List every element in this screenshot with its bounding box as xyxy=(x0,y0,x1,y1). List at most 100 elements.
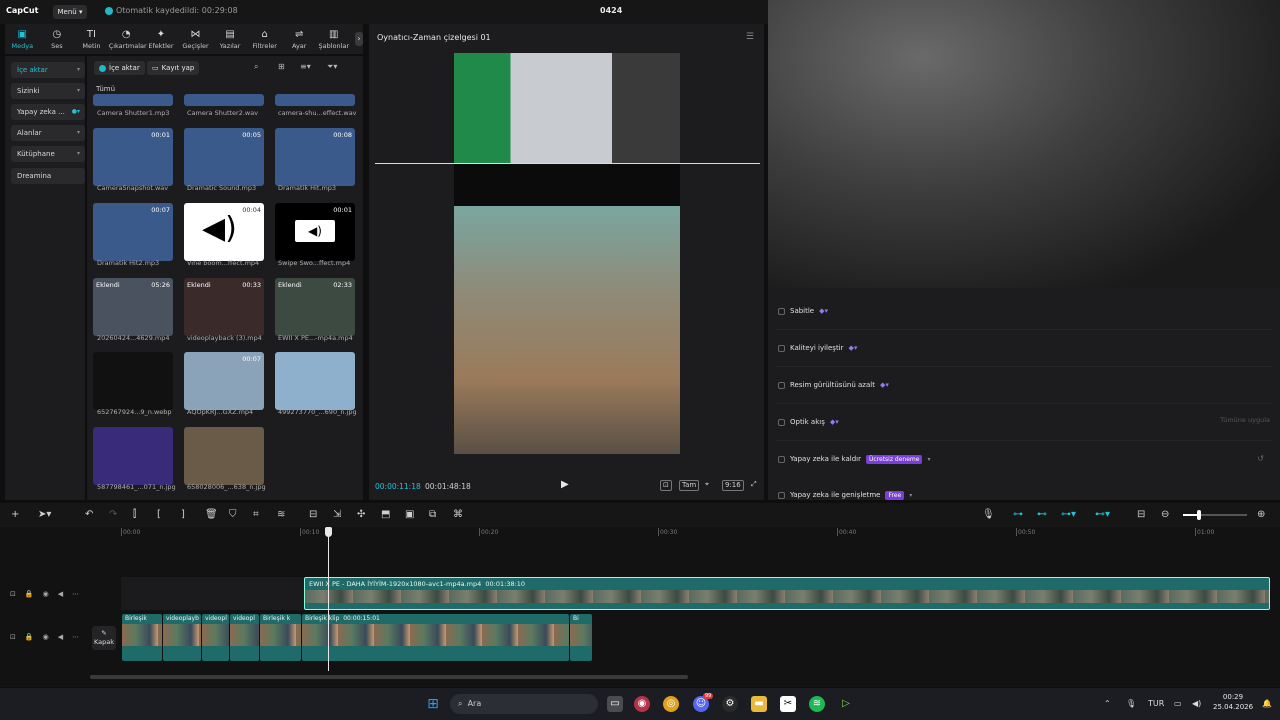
fit-icon[interactable]: ⌖ xyxy=(703,480,711,489)
microphone-icon[interactable]: 🎙 xyxy=(982,509,995,521)
denoise-row[interactable]: Resim gürültüsünü azalt ◆▾ xyxy=(778,377,889,393)
zoom-slider-handle[interactable] xyxy=(1197,510,1201,520)
timeline-scrollbar[interactable] xyxy=(90,675,688,679)
tool-icon[interactable]: ⬒ xyxy=(381,509,390,521)
notifications-icon[interactable]: 🔔 xyxy=(1262,699,1272,708)
checkbox[interactable] xyxy=(778,344,785,352)
checkbox[interactable] xyxy=(778,307,785,315)
enhance-quality-row[interactable]: Kaliteyi iyileştir ◆▾ xyxy=(778,340,857,356)
media-thumb[interactable]: 00:07 xyxy=(184,352,264,410)
sidebar-item-spaces[interactable]: Alanlar ▾ xyxy=(11,125,85,141)
media-thumb[interactable]: 00:05 xyxy=(184,128,264,186)
app-icon[interactable]: ◉ xyxy=(634,696,650,712)
compound-clip[interactable]: Birleşik k xyxy=(260,614,301,661)
tab-effects[interactable]: ✦ Efektler xyxy=(144,29,179,50)
media-thumb[interactable] xyxy=(184,427,264,485)
main-video-clip[interactable]: EWII X PE - DAHA İYİYİM-1920x1080-avc1-m… xyxy=(304,577,1270,610)
link-icon[interactable]: ⊶ xyxy=(1013,509,1023,521)
tab-transitions[interactable]: ⋈ Geçişler xyxy=(178,29,213,50)
media-thumb[interactable] xyxy=(275,94,355,106)
menu-button[interactable]: Menü ▾ xyxy=(53,5,87,19)
eye-icon[interactable]: ◉ xyxy=(43,590,49,598)
media-thumb[interactable] xyxy=(93,427,173,485)
tab-audio[interactable]: ◷ Ses xyxy=(40,29,75,50)
reset-icon[interactable]: ↺ xyxy=(1257,454,1264,463)
checkbox[interactable] xyxy=(778,455,785,463)
checkbox[interactable] xyxy=(778,381,785,389)
media-thumb[interactable] xyxy=(93,352,173,410)
speed-icon[interactable]: ≋ xyxy=(277,509,285,521)
tool-icon[interactable]: ⌘ xyxy=(453,509,463,521)
shield-icon[interactable]: ⛉ xyxy=(229,509,237,521)
tool-icon[interactable]: ⧉ xyxy=(429,509,436,521)
sidebar-item-library[interactable]: Kütüphane ▾ xyxy=(11,146,85,162)
play-icon[interactable]: ▶ xyxy=(561,479,569,490)
zoom-in-icon[interactable]: ⊕ xyxy=(1257,509,1265,521)
media-thumb[interactable]: 00:08 xyxy=(275,128,355,186)
filter-icon[interactable]: ⏷▾ xyxy=(327,62,337,72)
zoom-out-icon[interactable]: ⊖ xyxy=(1161,509,1169,521)
tab-media[interactable]: ▣ Medya xyxy=(5,29,40,50)
zoom-slider[interactable] xyxy=(1183,510,1247,520)
optical-flow-row[interactable]: Optik akış ◆▾ xyxy=(778,414,839,430)
microphone-icon[interactable]: 🎙 xyxy=(1126,699,1136,708)
chevron-up-icon[interactable]: ⌃ xyxy=(1104,699,1111,708)
task-view-icon[interactable]: ▭ xyxy=(607,696,623,712)
chevron-right-icon[interactable]: › xyxy=(355,32,363,46)
video-preview-main[interactable] xyxy=(454,206,680,454)
magnet-icon[interactable]: ⊷ xyxy=(1037,509,1047,521)
search-icon[interactable]: ⌕ xyxy=(254,62,258,72)
menu-icon[interactable]: ☰ xyxy=(746,32,754,42)
steam-icon[interactable]: ⚙ xyxy=(722,696,738,712)
playhead[interactable] xyxy=(328,527,329,671)
apply-all-button[interactable]: Tümüne uygula xyxy=(1220,416,1270,424)
tool-icon[interactable]: ✣ xyxy=(357,509,365,521)
add-icon[interactable]: + xyxy=(11,509,19,521)
audio-icon[interactable]: ◀ xyxy=(58,590,63,598)
stabilize-row[interactable]: Sabitle ◆▾ xyxy=(778,303,828,319)
compound-clip[interactable]: Bi xyxy=(570,614,592,661)
aspect-ratio-button[interactable]: 9:16 xyxy=(722,480,744,491)
ai-expand-row[interactable]: Yapay zeka ile genişletme Free ▾ xyxy=(778,487,912,503)
crop-icon[interactable]: ⌗ xyxy=(253,509,259,521)
spotify-icon[interactable]: ≋ xyxy=(809,696,825,712)
undo-icon[interactable]: ↶ xyxy=(85,509,93,521)
select-tool-icon[interactable]: ➤▾ xyxy=(38,509,51,521)
eye-icon[interactable]: ◉ xyxy=(43,633,49,641)
tab-templates[interactable]: ▥ Şablonlar xyxy=(317,29,352,50)
app-icon[interactable]: ▷ xyxy=(838,696,854,712)
split-icon[interactable]: ⫿ xyxy=(133,509,136,521)
tab-stickers[interactable]: ◔ Çıkartmalar xyxy=(109,29,147,50)
media-thumb[interactable] xyxy=(275,352,355,410)
media-thumb[interactable]: 00:01 ◀) xyxy=(275,203,355,261)
crop-icon[interactable]: ⊡ xyxy=(660,480,672,491)
media-thumb[interactable]: Eklendi 02:33 xyxy=(275,278,355,336)
checkbox[interactable] xyxy=(778,491,785,499)
caption-icon[interactable]: ⊟ xyxy=(1137,509,1145,521)
tool-icon[interactable]: ⊟ xyxy=(309,509,317,521)
split-left-icon[interactable]: [ xyxy=(157,509,161,521)
record-button[interactable]: ▭ Kayıt yap xyxy=(147,61,200,75)
timeline-ruler[interactable]: 00:00 00:10 00:20 00:30 00:40 00:50 01:0… xyxy=(0,527,1280,539)
lock-icon[interactable]: 🔒 xyxy=(25,633,34,641)
sort-icon[interactable]: ≡▾ xyxy=(300,62,311,71)
tool-icon[interactable]: ▣ xyxy=(405,509,414,521)
sidebar-item-import[interactable]: İçe aktar ▾ xyxy=(11,62,85,78)
media-thumb[interactable] xyxy=(93,94,173,106)
grid-view-icon[interactable]: ⊞ xyxy=(278,62,285,71)
lock-icon[interactable]: 🔒 xyxy=(25,590,34,598)
video-clip[interactable]: videopl xyxy=(202,614,229,661)
sidebar-item-dreamina[interactable]: Dreamina xyxy=(11,168,85,184)
clock[interactable]: 00:29 25.04.2026 xyxy=(1213,692,1253,712)
delete-icon[interactable]: 🗑 xyxy=(205,509,218,521)
network-icon[interactable]: ▭ xyxy=(1174,699,1182,708)
track-toggle-icon[interactable]: ⊡ xyxy=(10,590,16,598)
language-indicator[interactable]: TUR xyxy=(1148,699,1164,708)
media-thumb[interactable]: Eklendi 05:26 xyxy=(93,278,173,336)
import-button[interactable]: İçe aktar xyxy=(94,61,145,75)
tab-adjust[interactable]: ⇌ Ayar xyxy=(282,29,317,50)
ai-remove-row[interactable]: Yapay zeka ile kaldır Ücretsiz deneme ▾ xyxy=(778,451,930,467)
tab-captions[interactable]: ▤ Yazılar xyxy=(213,29,248,50)
more-icon[interactable]: ⋯ xyxy=(72,633,79,641)
checkbox[interactable] xyxy=(778,418,785,426)
